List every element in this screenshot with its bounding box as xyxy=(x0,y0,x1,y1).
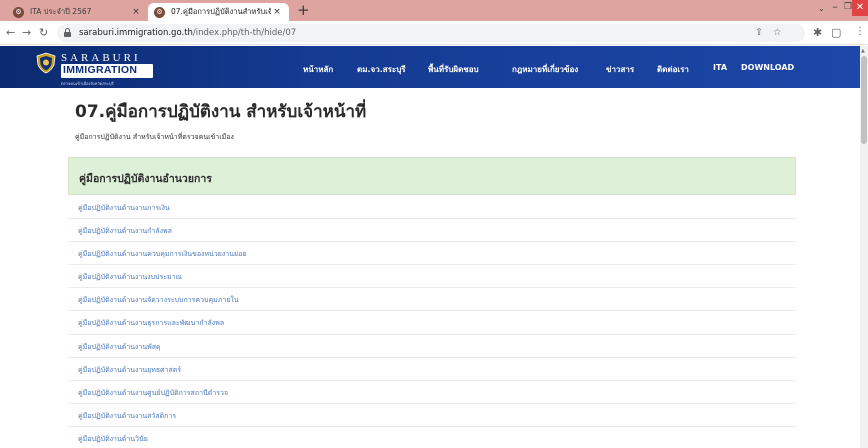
address-bar[interactable]: saraburi.immigration.go.th/index.php/th-… xyxy=(57,24,805,42)
document-link[interactable]: คู่มือปฏิบัติงานด้านงานยุทธศาสตร์ xyxy=(78,365,181,376)
lock-icon xyxy=(64,28,71,37)
list-item: คู่มือปฏิบัติงานด้านงานควบคุมการเงินของห… xyxy=(68,242,796,266)
new-tab-button[interactable]: + xyxy=(297,2,310,19)
page-subtitle: คู่มือการปฏิบัติงาน สำหรับเจ้าหน้าที่ตรว… xyxy=(75,133,234,141)
document-link[interactable]: คู่มือปฏิบัติงานด้านงานสวัสดิการ xyxy=(78,411,176,422)
scroll-up-arrow-icon[interactable]: ▲ xyxy=(861,48,865,54)
site-favicon-icon: ⚙ xyxy=(154,6,165,18)
browser-tab-strip: ⚙ ITA ประจำปี 2567 × ⚙ 07.คู่มือการปฏิบั… xyxy=(0,0,868,21)
browser-toolbar: ← → ↻ saraburi.immigration.go.th/index.p… xyxy=(0,21,868,45)
document-link[interactable]: คู่มือปฏิบัติงานด้านงานจัดวางระบบการควบค… xyxy=(78,295,239,306)
list-item: คู่มือปฏิบัติงานด้านงานธุรการและพัฒนากำล… xyxy=(68,311,796,335)
nav-download[interactable]: DOWNLOAD xyxy=(741,63,794,72)
list-item: คู่มือปฏิบัติงานด้านวินัย xyxy=(68,427,796,448)
nav-news[interactable]: ข่าวสาร xyxy=(606,63,634,76)
nav-home[interactable]: หน้าหลัก xyxy=(303,63,333,76)
list-item: คู่มือปฏิบัติงานด้านงานสวัสดิการ xyxy=(68,404,796,427)
browser-tab-active[interactable]: ⚙ 07.คู่มือการปฏิบัติงานสำหรับเจ้าหน้าที… xyxy=(148,3,289,21)
nav-responsibility-area[interactable]: พื้นที่รับผิดชอบ xyxy=(428,63,479,76)
forward-arrow-icon[interactable]: → xyxy=(22,26,31,39)
tab-label: ITA ประจำปี 2567 xyxy=(30,7,92,16)
close-tab-icon[interactable]: × xyxy=(130,7,142,17)
window-minimize-button[interactable]: – xyxy=(828,0,842,16)
list-item: คู่มือปฏิบัติงานด้านงานกำลังพล xyxy=(68,219,796,243)
section-title: คู่มือการปฏิบัติงานอำนวยการ xyxy=(79,173,212,185)
section-header: คู่มือการปฏิบัติงานอำนวยการ xyxy=(68,157,796,195)
reload-icon[interactable]: ↻ xyxy=(39,26,48,39)
nav-contact[interactable]: ติดต่อเรา xyxy=(657,63,689,76)
document-link[interactable]: คู่มือปฏิบัติงานด้านงานกำลังพล xyxy=(78,226,172,237)
document-link[interactable]: คู่มือปฏิบัติงานด้านงานศูนย์ปฏิบัติการสถ… xyxy=(78,388,228,399)
document-link[interactable]: คู่มือปฏิบัติงานด้านงานธุรการและพัฒนากำล… xyxy=(78,318,224,329)
scrollbar-thumb[interactable] xyxy=(861,56,867,144)
close-tab-icon[interactable]: × xyxy=(271,7,283,17)
document-list: คู่มือปฏิบัติงานด้านงานการเงิน คู่มือปฏิ… xyxy=(68,196,796,448)
back-arrow-icon[interactable]: ← xyxy=(6,26,15,39)
document-link[interactable]: คู่มือปฏิบัติงานด้านงานพัสดุ xyxy=(78,342,161,353)
logo-subtitle: ตรวจคนเข้าเมืองจังหวัดสระบุรี xyxy=(61,81,114,86)
list-item: คู่มือปฏิบัติงานด้านงานการเงิน xyxy=(68,196,796,220)
share-icon[interactable]: ⇪ xyxy=(755,27,763,38)
url-text: saraburi.immigration.go.th/index.php/th-… xyxy=(79,28,296,38)
nav-ita[interactable]: ITA xyxy=(713,63,727,72)
list-item: คู่มือปฏิบัติงานด้านงานพัสดุ xyxy=(68,335,796,358)
logo-saraburi-text[interactable]: SARABURI xyxy=(61,52,141,64)
window-close-button[interactable]: ✕ xyxy=(852,0,868,16)
nav-saraburi-office[interactable]: ตม.จว.สระบุรี xyxy=(357,63,406,76)
document-link[interactable]: คู่มือปฏิบัติงานด้านงานการเงิน xyxy=(78,203,170,214)
page-title: 07.คู่มือการปฏิบัติงาน สำหรับเจ้าหน้าที่ xyxy=(75,102,367,122)
logo-immigration-box[interactable]: IMMIGRATION xyxy=(61,64,153,78)
tab-label: 07.คู่มือการปฏิบัติงานสำหรับเจ้าหน้าที่ xyxy=(171,7,271,16)
url-host: saraburi.immigration.go.th xyxy=(79,28,193,38)
list-item: คู่มือปฏิบัติงานด้านงานงบประมาณ xyxy=(68,265,796,289)
immigration-emblem-icon[interactable] xyxy=(36,52,56,74)
logo-immigration-text: IMMIGRATION xyxy=(63,64,138,76)
document-link[interactable]: คู่มือปฏิบัติงานด้านวินัย xyxy=(78,434,148,445)
site-favicon-icon: ⚙ xyxy=(13,6,24,18)
list-item: คู่มือปฏิบัติงานด้านงานจัดวางระบบการควบค… xyxy=(68,288,796,312)
document-link[interactable]: คู่มือปฏิบัติงานด้านงานควบคุมการเงินของห… xyxy=(78,249,246,260)
list-item: คู่มือปฏิบัติงานด้านงานศูนย์ปฏิบัติการสถ… xyxy=(68,381,796,404)
tab-search-chevron-icon[interactable]: ⌄ xyxy=(818,4,825,13)
browser-menu-icon[interactable]: ⋮ xyxy=(855,26,865,37)
url-path: /index.php/th-th/hide/07 xyxy=(192,28,297,38)
browser-tab-ita[interactable]: ⚙ ITA ประจำปี 2567 × xyxy=(7,3,148,21)
document-link[interactable]: คู่มือปฏิบัติงานด้านงานงบประมาณ xyxy=(78,272,182,283)
side-panel-icon[interactable]: ▢ xyxy=(831,26,841,39)
bookmark-star-icon[interactable]: ☆ xyxy=(773,27,782,38)
nav-related-laws[interactable]: กฎหมายที่เกี่ยวข้อง xyxy=(512,63,578,76)
extensions-puzzle-icon[interactable]: ✱ xyxy=(813,26,822,39)
list-item: คู่มือปฏิบัติงานด้านงานยุทธศาสตร์ xyxy=(68,358,796,381)
